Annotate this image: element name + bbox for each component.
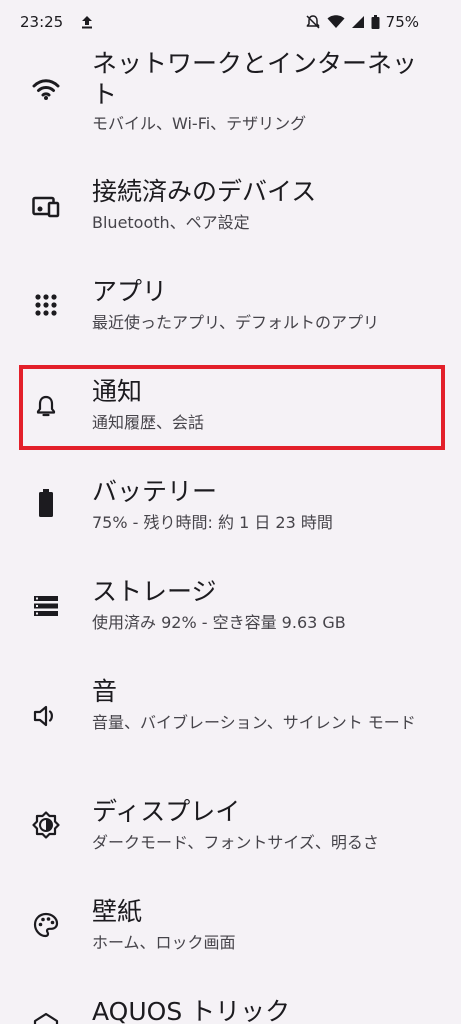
wifi-icon <box>31 74 61 104</box>
item-subtitle: ダークモード、フォントサイズ、明るさ <box>92 833 379 852</box>
item-title: 音 <box>92 677 118 706</box>
battery-status-icon <box>371 15 380 29</box>
settings-item-apps[interactable]: アプリ 最近使ったアプリ、デフォルトのアプリ <box>0 264 461 364</box>
settings-item-sound[interactable]: 音 音量、バイブレーション、サイレント モード <box>0 664 461 784</box>
item-subtitle: 音量、バイブレーション、サイレント モード <box>92 713 416 732</box>
bell-icon <box>31 391 61 421</box>
item-title: ディスプレイ <box>92 797 241 826</box>
item-title: 接続済みのデバイス <box>92 177 317 206</box>
storage-icon <box>31 591 61 621</box>
palette-icon <box>31 910 61 940</box>
item-subtitle: 通知履歴、会話 <box>92 413 205 432</box>
item-subtitle: 75% - 残り時間: 約 1 日 23 時間 <box>92 513 333 532</box>
devices-icon <box>31 192 61 222</box>
settings-item-battery[interactable]: バッテリー 75% - 残り時間: 約 1 日 23 時間 <box>0 464 461 564</box>
item-title: バッテリー <box>92 477 218 506</box>
settings-item-wallpaper[interactable]: 壁紙 ホーム、ロック画面 <box>0 884 461 984</box>
brightness-icon <box>31 810 61 840</box>
battery-icon <box>31 488 61 518</box>
battery-percent: 75% <box>385 13 419 31</box>
item-title: 壁紙 <box>92 897 143 926</box>
settings-item-connected-devices[interactable]: 接続済みのデバイス Bluetooth、ペア設定 <box>0 164 461 264</box>
settings-item-aquos-trick[interactable]: AQUOS トリック <box>0 984 461 1024</box>
notifications-off-icon <box>305 14 321 30</box>
signal-icon <box>351 15 365 29</box>
upload-icon <box>81 15 93 29</box>
aquos-trick-icon <box>31 1010 61 1024</box>
apps-grid-icon <box>31 290 61 320</box>
settings-item-storage[interactable]: ストレージ 使用済み 92% - 空き容量 9.63 GB <box>0 564 461 664</box>
settings-item-notifications[interactable]: 通知 通知履歴、会話 <box>0 364 461 464</box>
item-subtitle: ホーム、ロック画面 <box>92 933 236 952</box>
settings-item-display[interactable]: ディスプレイ ダークモード、フォントサイズ、明るさ <box>0 784 461 884</box>
item-title: ネットワークとインターネット <box>92 49 418 109</box>
item-subtitle: 使用済み 92% - 空き容量 9.63 GB <box>92 613 346 632</box>
item-title: アプリ <box>92 277 168 306</box>
item-subtitle: Bluetooth、ペア設定 <box>92 213 250 232</box>
status-time: 23:25 <box>20 13 64 31</box>
item-title: ストレージ <box>92 577 217 606</box>
item-title: AQUOS トリック <box>92 997 291 1024</box>
item-subtitle: モバイル、Wi-Fi、テザリング <box>92 114 307 133</box>
item-title: 通知 <box>92 377 143 406</box>
wifi-status-icon <box>327 15 345 29</box>
speaker-icon <box>31 701 61 731</box>
settings-item-network[interactable]: ネットワークとインターネット モバイル、Wi-Fi、テザリング <box>0 44 461 164</box>
status-bar: 23:25 75% <box>0 0 461 44</box>
item-subtitle: 最近使ったアプリ、デフォルトのアプリ <box>92 313 380 332</box>
